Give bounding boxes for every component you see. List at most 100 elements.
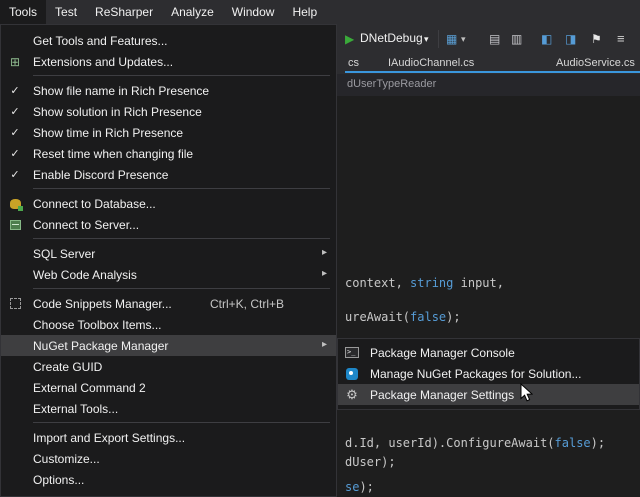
outdent-icon[interactable]: ◧	[541, 31, 552, 47]
code-text: d.Id, userId).ConfigureAwait(	[345, 436, 555, 450]
nuget-submenu: >_ Package Manager Console Manage NuGet …	[337, 338, 640, 410]
vs-window: context, string input, ureAwait(false); …	[0, 0, 640, 497]
gutter	[338, 363, 366, 384]
menu-item-label: Extensions and Updates...	[33, 55, 324, 69]
menu-item-label: Create GUID	[33, 360, 324, 374]
run-play-icon[interactable]: ▶	[345, 31, 354, 47]
extensions-icon: ⊞	[10, 55, 20, 69]
gear-icon: ⚙	[346, 387, 358, 403]
checkmark-icon: ✓	[10, 84, 19, 97]
menu-item-extensions-and-updates[interactable]: ⊞ Extensions and Updates...	[1, 51, 336, 72]
menu-item-label: Enable Discord Presence	[33, 168, 324, 182]
menu-item-label: SQL Server	[33, 247, 324, 261]
code-text: );	[359, 480, 373, 494]
menu-item-import-export-settings[interactable]: Import and Export Settings...	[1, 427, 336, 448]
menu-item-show-time[interactable]: ✓ Show time in Rich Presence	[1, 122, 336, 143]
gutter: ✓	[1, 101, 29, 122]
code-snippets-icon	[10, 298, 21, 309]
submenu-item-label: Package Manager Settings	[370, 388, 639, 402]
checkmark-icon: ✓	[10, 147, 19, 160]
menu-item-create-guid[interactable]: Create GUID	[1, 356, 336, 377]
menubar-item-tools[interactable]: Tools	[0, 0, 46, 24]
menu-item-label: Connect to Server...	[33, 218, 324, 232]
mouse-cursor	[520, 383, 533, 407]
checkmark-icon: ✓	[10, 105, 19, 118]
checkmark-icon: ✓	[10, 168, 19, 181]
menu-item-options[interactable]: Options...	[1, 469, 336, 490]
document-tab[interactable]: AudioService.cs	[556, 57, 635, 69]
submenu-arrow-icon: ▸	[322, 268, 327, 279]
menubar-item-window[interactable]: Window	[223, 0, 284, 24]
gutter: ⚙	[338, 384, 366, 405]
profiler-icon[interactable]: ▦	[446, 31, 457, 47]
menu-item-label: External Tools...	[33, 402, 324, 416]
bookmark-icon[interactable]: ⚑	[591, 31, 602, 47]
open-file-icon[interactable]: ▤	[489, 31, 500, 47]
menu-item-code-snippets-manager[interactable]: Code Snippets Manager... Ctrl+K, Ctrl+B	[1, 293, 336, 314]
checkmark-icon: ✓	[10, 126, 19, 139]
menu-item-label: Choose Toolbox Items...	[33, 318, 324, 332]
menu-item-label: NuGet Package Manager	[33, 339, 324, 353]
menu-item-show-file-name[interactable]: ✓ Show file name in Rich Presence	[1, 80, 336, 101]
gutter: ✓	[1, 164, 29, 185]
gutter: ✓	[1, 143, 29, 164]
gutter: ✓	[1, 122, 29, 143]
menubar-item-resharper[interactable]: ReSharper	[86, 0, 162, 24]
code-text: );	[446, 310, 460, 324]
gutter: >_	[338, 342, 366, 363]
menu-item-connect-to-database[interactable]: Connect to Database...	[1, 193, 336, 214]
gutter	[1, 193, 29, 214]
menu-item-customize[interactable]: Customize...	[1, 448, 336, 469]
menu-item-label: Options...	[33, 473, 324, 487]
submenu-arrow-icon: ▸	[322, 247, 327, 258]
menu-item-nuget-package-manager[interactable]: NuGet Package Manager ▸	[1, 335, 336, 356]
menu-bar: Tools Test ReSharper Analyze Window Help	[0, 0, 640, 24]
menu-item-label: Customize...	[33, 452, 324, 466]
menu-item-web-code-analysis[interactable]: Web Code Analysis ▸	[1, 264, 336, 285]
menu-item-label: Code Snippets Manager...	[33, 297, 210, 311]
menu-separator	[33, 75, 330, 76]
submenu-item-manage-nuget-packages[interactable]: Manage NuGet Packages for Solution...	[338, 363, 639, 384]
chevron-down-icon[interactable]: ▾	[424, 31, 429, 47]
run-config-dropdown[interactable]: DNetDebug	[360, 31, 423, 45]
menu-item-connect-to-server[interactable]: Connect to Server...	[1, 214, 336, 235]
code-keyword: se	[345, 480, 359, 494]
menubar-item-analyze[interactable]: Analyze	[162, 0, 223, 24]
server-icon	[10, 220, 21, 230]
menu-item-get-tools-and-features[interactable]: Get Tools and Features...	[1, 30, 336, 51]
code-keyword: false	[410, 310, 446, 324]
toolbar-overflow-icon[interactable]: ≡	[617, 31, 625, 47]
document-tab[interactable]: cs	[348, 57, 359, 69]
breadcrumb[interactable]: dUserTypeReader	[347, 78, 436, 90]
gutter: ✓	[1, 80, 29, 101]
submenu-item-package-manager-console[interactable]: >_ Package Manager Console	[338, 342, 639, 363]
gutter	[1, 214, 29, 235]
window-layout-icon[interactable]: ▥	[511, 31, 522, 47]
code-keyword: false	[555, 436, 591, 450]
code-line: context, string input,	[345, 276, 504, 290]
menu-item-enable-discord-presence[interactable]: ✓ Enable Discord Presence	[1, 164, 336, 185]
menubar-item-test[interactable]: Test	[46, 0, 86, 24]
menu-item-label: Get Tools and Features...	[33, 34, 324, 48]
menu-separator	[33, 422, 330, 423]
code-text: context,	[345, 276, 410, 290]
code-line: se);	[345, 480, 374, 494]
menu-item-show-solution[interactable]: ✓ Show solution in Rich Presence	[1, 101, 336, 122]
menu-item-external-command-2[interactable]: External Command 2	[1, 377, 336, 398]
document-tab[interactable]: IAudioChannel.cs	[388, 57, 474, 69]
menu-item-shortcut: Ctrl+K, Ctrl+B	[210, 297, 284, 311]
chevron-down-icon[interactable]: ▾	[461, 31, 466, 47]
menu-item-choose-toolbox-items[interactable]: Choose Toolbox Items...	[1, 314, 336, 335]
gutter	[1, 293, 29, 314]
menubar-item-help[interactable]: Help	[283, 0, 326, 24]
menu-item-reset-time[interactable]: ✓ Reset time when changing file	[1, 143, 336, 164]
menu-item-label: Reset time when changing file	[33, 147, 324, 161]
menu-item-label: Show time in Rich Presence	[33, 126, 324, 140]
submenu-item-package-manager-settings[interactable]: ⚙ Package Manager Settings	[338, 384, 639, 405]
menu-item-external-tools[interactable]: External Tools...	[1, 398, 336, 419]
menu-item-label: Connect to Database...	[33, 197, 324, 211]
code-text: dUser);	[345, 455, 396, 469]
code-text: input,	[453, 276, 504, 290]
indent-icon[interactable]: ◨	[565, 31, 576, 47]
menu-item-sql-server[interactable]: SQL Server ▸	[1, 243, 336, 264]
